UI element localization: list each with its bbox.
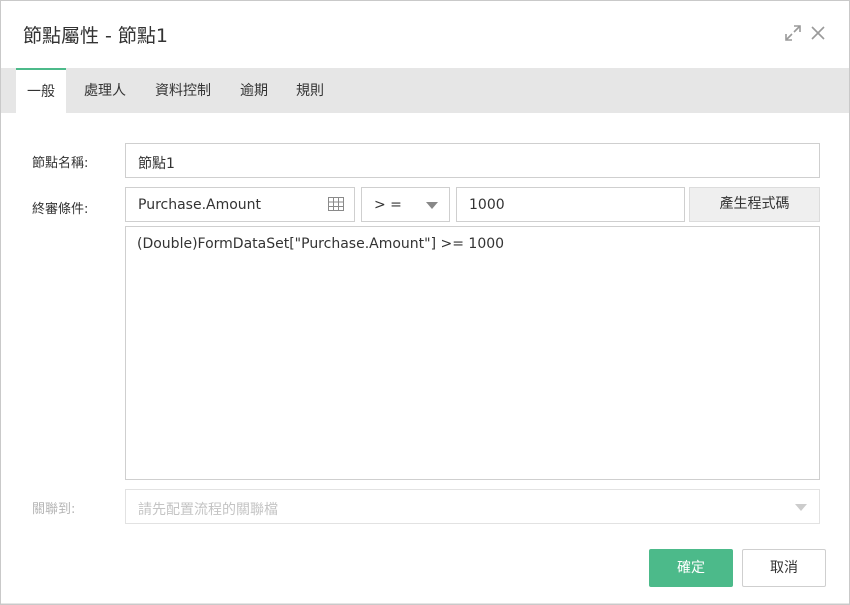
dialog-titlebar: 節點屬性 - 節點1: [1, 1, 849, 67]
caret-down-icon: [426, 202, 438, 209]
tab-general[interactable]: 一般: [16, 68, 66, 113]
node-name-input[interactable]: 節點1: [125, 143, 820, 178]
dialog-title: 節點屬性 - 節點1: [23, 25, 169, 47]
link-select[interactable]: 請先配置流程的關聯檔: [125, 489, 820, 524]
close-icon[interactable]: [808, 23, 828, 43]
condition-label: 終審條件:: [32, 202, 89, 217]
tab-handler[interactable]: 處理人: [73, 68, 137, 113]
link-label: 關聯到:: [32, 502, 76, 517]
link-placeholder: 請先配置流程的關聯檔: [138, 502, 278, 518]
tab-bar: 一般 處理人 資料控制 逾期 規則: [1, 68, 849, 113]
link-caret-down-icon: [795, 504, 807, 511]
tab-rules[interactable]: 規則: [288, 68, 332, 113]
compare-value: 1000: [469, 197, 505, 213]
tab-overdue[interactable]: 逾期: [232, 68, 276, 113]
compare-value-input[interactable]: 1000: [456, 187, 685, 222]
node-name-value: 節點1: [138, 156, 175, 172]
table-grid-icon[interactable]: [328, 197, 344, 211]
condition-field-value: Purchase.Amount: [138, 197, 262, 213]
operator-select[interactable]: > =: [361, 187, 450, 222]
code-text: (Double)FormDataSet["Purchase.Amount"] >…: [137, 236, 505, 252]
cancel-button[interactable]: 取消: [742, 549, 826, 587]
expand-icon[interactable]: [783, 23, 803, 43]
bottom-divider: [1, 603, 849, 604]
operator-value: > =: [374, 197, 402, 213]
node-properties-dialog: 節點屬性 - 節點1 一般 處理人 資料控制 逾期 規則 節點名稱: 節點1 終…: [0, 0, 850, 605]
condition-field-input[interactable]: Purchase.Amount: [125, 187, 355, 222]
ok-button[interactable]: 確定: [649, 549, 733, 587]
code-textarea[interactable]: (Double)FormDataSet["Purchase.Amount"] >…: [125, 226, 820, 480]
node-name-label: 節點名稱:: [32, 156, 89, 171]
tab-data-control[interactable]: 資料控制: [147, 68, 219, 113]
generate-code-button[interactable]: 產生程式碼: [689, 187, 820, 222]
